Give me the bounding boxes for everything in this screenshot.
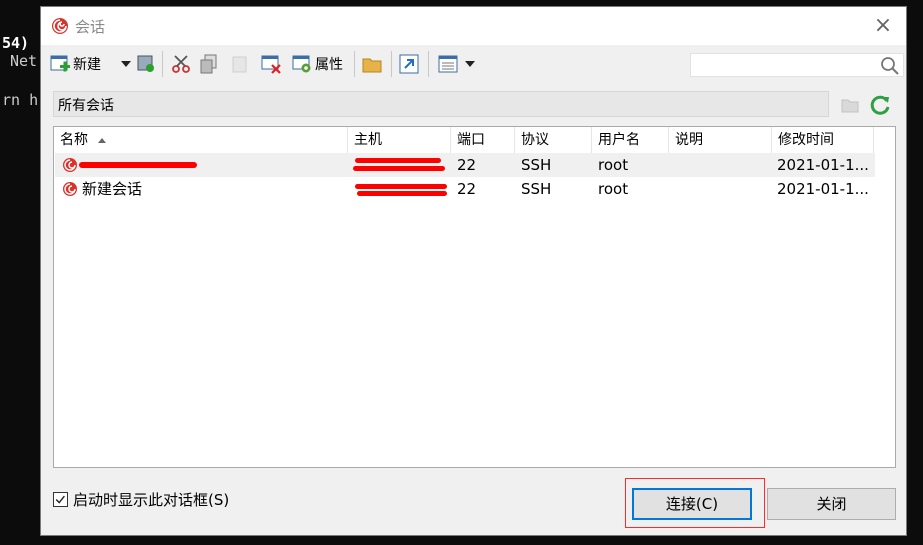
save-session-button[interactable]: [135, 52, 157, 76]
redaction-mark: [353, 166, 445, 171]
session-description: [675, 153, 771, 177]
new-session-button[interactable]: 新建: [49, 52, 101, 76]
session-host: [355, 177, 451, 201]
toolbar-separator: [162, 51, 163, 77]
column-header-user[interactable]: 用户名: [592, 127, 669, 153]
session-port: 22: [457, 156, 477, 174]
session-path-text: 所有会话: [58, 98, 114, 114]
column-header-label: 名称: [60, 132, 88, 148]
properties-button[interactable]: 属性: [291, 52, 343, 76]
session-path-bar[interactable]: 所有会话: [53, 91, 829, 117]
terminal-line: Net: [10, 52, 38, 70]
chevron-down-icon: [465, 61, 475, 67]
save-icon: [137, 55, 154, 72]
redaction-mark: [79, 162, 197, 168]
scissors-icon: [172, 55, 190, 73]
toolbar-separator: [391, 51, 392, 77]
terminal-background: 54) Net rn h: [0, 0, 40, 545]
parent-folder-icon[interactable]: [839, 94, 861, 116]
close-icon[interactable]: ×: [868, 11, 898, 41]
redaction-mark: [355, 158, 441, 163]
view-mode-button[interactable]: [437, 52, 475, 76]
column-header-label: 修改时间: [778, 132, 834, 148]
terminal-line: rn h: [2, 91, 39, 109]
paste-icon: [232, 56, 247, 73]
show-at-startup-option[interactable]: 启动时显示此对话框(S): [53, 489, 229, 510]
toolbar-separator: [428, 51, 429, 77]
session-port: 22: [457, 180, 477, 198]
shortcut-arrow-icon: [399, 54, 419, 74]
new-session-label: 新建: [73, 57, 101, 73]
session-protocol: SSH: [521, 180, 552, 198]
list-view-icon: [438, 55, 458, 73]
properties-label: 属性: [315, 57, 343, 73]
delete-icon: [261, 55, 281, 74]
column-header-protocol[interactable]: 协议: [515, 127, 592, 153]
show-at-startup-checkbox[interactable]: [53, 492, 68, 507]
session-modified: 2021-01-1...: [777, 156, 869, 174]
cut-button[interactable]: [170, 52, 192, 76]
properties-icon: [292, 55, 311, 73]
new-folder-button[interactable]: [361, 52, 383, 76]
session-list: 名称 主机 端口 协议 用户名 说明 修改时间 ... 22 SSH root …: [53, 126, 896, 468]
terminal-line: 54): [2, 34, 30, 52]
copy-button[interactable]: [198, 52, 220, 76]
column-header-label: 主机: [354, 132, 382, 148]
redaction-mark: [357, 191, 447, 196]
session-host: ...: [415, 156, 430, 174]
paste-button[interactable]: [229, 52, 251, 76]
session-icon: [63, 182, 77, 196]
terminal-background-right: [907, 0, 923, 545]
session-protocol: SSH: [521, 156, 552, 174]
search-input[interactable]: [690, 53, 904, 77]
redaction-mark: [355, 184, 447, 189]
session-user: root: [598, 180, 629, 198]
sort-ascending-icon: [98, 137, 106, 143]
column-header-label: 说明: [675, 132, 703, 148]
folder-icon: [362, 58, 382, 73]
toolbar: 新建 属性: [41, 46, 906, 82]
title-bar[interactable]: 会话 ×: [41, 7, 906, 45]
session-modified: 2021-01-1...: [777, 180, 869, 198]
column-header-host[interactable]: 主机: [348, 127, 451, 153]
copy-icon: [200, 54, 217, 74]
checkmark-icon: [55, 495, 65, 504]
open-link-button[interactable]: [398, 52, 420, 76]
table-row[interactable]: ... 22 SSH root 2021-01-1...: [55, 153, 875, 177]
column-header-name[interactable]: 名称: [54, 127, 348, 153]
new-dropdown-button[interactable]: [115, 52, 131, 76]
table-row[interactable]: 新建会话 22 SSH root 2021-01-1...: [55, 177, 875, 201]
column-header-label: 端口: [457, 132, 485, 148]
session-name: 新建会话: [82, 180, 143, 198]
session-description: [675, 177, 771, 201]
sessions-dialog: 会话 × 新建 属性 所有会话 名称 主机 端口 协议 用户名 说明 修改时间 …: [40, 6, 907, 536]
column-header-label: 协议: [521, 132, 549, 148]
new-session-icon: [50, 55, 70, 72]
column-header-port[interactable]: 端口: [451, 127, 515, 153]
toolbar-separator: [354, 51, 355, 77]
close-button[interactable]: 关闭: [767, 488, 896, 520]
search-icon[interactable]: [879, 55, 901, 77]
column-header-label: 用户名: [598, 132, 640, 148]
column-header-description[interactable]: 说明: [669, 127, 772, 153]
session-user: root: [598, 156, 629, 174]
chevron-down-icon: [121, 61, 131, 67]
annotation-highlight-box: [625, 478, 765, 528]
column-header-modified[interactable]: 修改时间: [772, 127, 874, 153]
session-icon: [63, 158, 77, 172]
delete-button[interactable]: [260, 52, 282, 76]
show-at-startup-label: 启动时显示此对话框(S): [73, 491, 230, 509]
refresh-icon[interactable]: [868, 93, 892, 117]
window-title: 会话: [75, 18, 106, 36]
xshell-logo-icon: [52, 18, 68, 34]
